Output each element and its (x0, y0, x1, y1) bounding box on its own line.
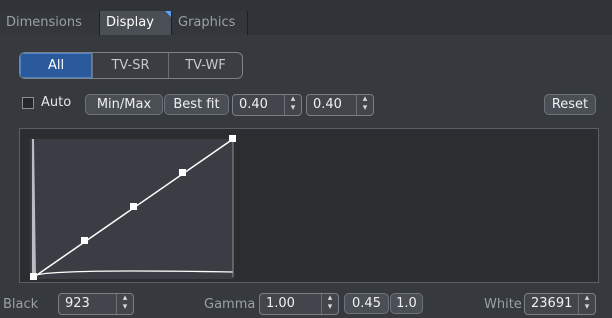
value2-spinbox[interactable]: 0.40 ▴ ▾ (306, 94, 374, 116)
gamma-label: Gamma (204, 297, 256, 312)
tab-dimensions-label: Dimensions (6, 15, 82, 30)
value2-text: 0.40 (313, 97, 342, 112)
minmax-button[interactable]: Min/Max (85, 94, 163, 115)
tab-graphics[interactable]: Graphics (172, 11, 248, 35)
curve-handle-white[interactable] (229, 135, 236, 142)
value1-spinbox[interactable]: 0.40 ▴ ▾ (232, 94, 302, 116)
spin-arrows-icon[interactable]: ▴ ▾ (284, 95, 301, 115)
spin-arrows-icon[interactable]: ▴ ▾ (116, 294, 133, 314)
tab-active-marker (165, 11, 171, 17)
best-fit-button[interactable]: Best fit (164, 94, 229, 115)
channel-segmented-control: All TV-SR TV-WF (19, 52, 243, 79)
histogram-panel (19, 128, 599, 283)
tab-dimensions[interactable]: Dimensions (0, 11, 100, 35)
spin-arrows-icon[interactable]: ▴ ▾ (578, 294, 595, 314)
reset-button[interactable]: Reset (544, 94, 596, 115)
curve-handle-black[interactable] (30, 273, 37, 280)
histogram-svg (30, 135, 236, 280)
white-value: 23691 (531, 296, 573, 311)
gamma-preset-045-button[interactable]: 0.45 (344, 293, 389, 314)
white-label: White (484, 297, 522, 312)
curve-handle[interactable] (81, 237, 88, 244)
black-label: Black (3, 297, 39, 312)
curve-handle[interactable] (179, 169, 186, 176)
tab-graphics-label: Graphics (178, 15, 236, 30)
channel-tv-sr-button[interactable]: TV-SR (93, 53, 168, 78)
spin-arrows-icon[interactable]: ▴ ▾ (356, 95, 373, 115)
channel-all-button[interactable]: All (20, 53, 92, 78)
tab-bar: Dimensions Display Graphics (0, 0, 612, 35)
black-spinbox[interactable]: 923 ▴ ▾ (58, 293, 134, 315)
curve-handle[interactable] (130, 203, 137, 210)
gamma-value: 1.00 (266, 296, 295, 311)
tab-display[interactable]: Display (100, 11, 172, 35)
value1-text: 0.40 (239, 97, 268, 112)
auto-checkbox[interactable] (22, 97, 34, 109)
black-value: 923 (65, 296, 90, 311)
gamma-preset-10-button[interactable]: 1.0 (390, 293, 423, 314)
auto-label: Auto (41, 95, 72, 110)
spin-arrows-icon[interactable]: ▴ ▾ (321, 294, 338, 314)
gamma-spinbox[interactable]: 1.00 ▴ ▾ (259, 293, 339, 315)
tab-display-label: Display (106, 15, 154, 30)
channel-tv-wf-button[interactable]: TV-WF (169, 53, 242, 78)
white-spinbox[interactable]: 23691 ▴ ▾ (524, 293, 596, 315)
